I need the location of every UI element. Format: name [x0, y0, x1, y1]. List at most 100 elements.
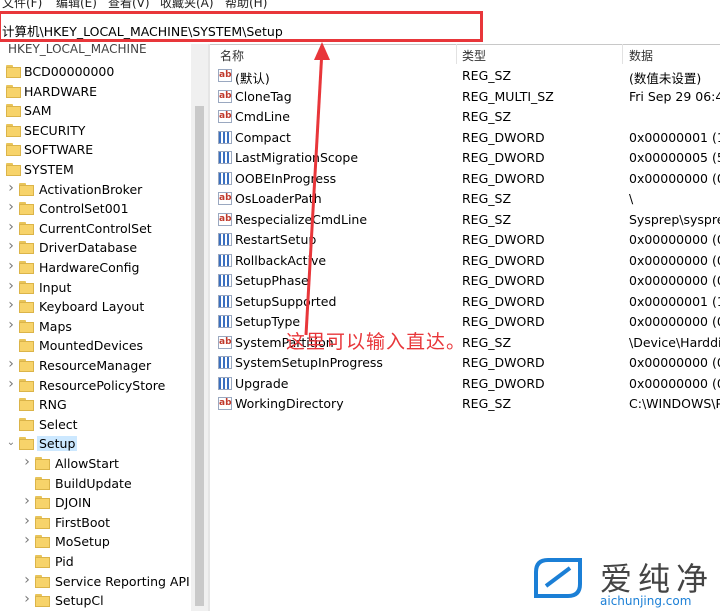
- menu-help[interactable]: 帮助(H): [225, 0, 267, 11]
- tree-item[interactable]: › CurrentControlSet: [2, 219, 191, 239]
- tree-item[interactable]: Select: [2, 415, 191, 435]
- tree-item[interactable]: › ActivationBroker: [2, 180, 191, 200]
- tree-item[interactable]: RNG: [2, 395, 191, 415]
- tree-item[interactable]: › FirstBoot: [18, 513, 191, 533]
- value-row[interactable]: OOBEInProgress REG_DWORD 0x00000000 (0): [212, 169, 720, 189]
- folder-icon: [35, 457, 50, 470]
- pane-splitter[interactable]: [208, 44, 210, 611]
- header-type[interactable]: 类型: [462, 47, 486, 64]
- chevron-right-icon[interactable]: ›: [6, 258, 16, 274]
- tree-item[interactable]: SECURITY: [0, 121, 191, 141]
- chevron-right-icon[interactable]: ›: [6, 278, 16, 294]
- tree-item[interactable]: › HardwareConfig: [2, 258, 191, 278]
- tree-item[interactable]: › ResourcePolicyStore: [2, 376, 191, 396]
- tree-item[interactable]: › Keyboard Layout: [2, 297, 191, 317]
- tree-item-label: MoSetup: [55, 534, 110, 550]
- tree-item-label: SECURITY: [24, 122, 86, 138]
- binary-value-icon: [218, 315, 232, 328]
- value-data: \Device\Harddis: [629, 334, 720, 350]
- string-value-icon: ab: [218, 397, 232, 410]
- tree-item[interactable]: SYSTEM: [0, 160, 191, 180]
- value-row[interactable]: ab OsLoaderPath REG_SZ \: [212, 189, 720, 209]
- value-row[interactable]: SetupSupported REG_DWORD 0x00000001 (1): [212, 292, 720, 312]
- value-type: REG_SZ: [462, 396, 512, 411]
- menu-file[interactable]: 文件(F): [2, 0, 42, 11]
- chevron-right-icon[interactable]: ›: [22, 513, 32, 529]
- value-row[interactable]: RollbackActive REG_DWORD 0x00000000 (0): [212, 251, 720, 271]
- tree-item[interactable]: Pid: [18, 552, 191, 572]
- value-row[interactable]: RestartSetup REG_DWORD 0x00000000 (0): [212, 230, 720, 250]
- header-separator[interactable]: [622, 44, 623, 64]
- tree-item[interactable]: BuildUpdate: [18, 474, 191, 494]
- tree-root-label[interactable]: HKEY_LOCAL_MACHINE: [8, 44, 147, 56]
- chevron-right-icon[interactable]: ›: [22, 454, 32, 470]
- tree-item[interactable]: › DriverDatabase: [2, 238, 191, 258]
- menu-edit[interactable]: 编辑(E): [56, 0, 97, 11]
- chevron-right-icon[interactable]: ›: [6, 317, 16, 333]
- tree-item[interactable]: › AllowStart: [18, 454, 191, 474]
- value-row[interactable]: abCloneTag REG_MULTI_SZ Fri Sep 29 06:49: [212, 87, 720, 107]
- value-type: REG_DWORD: [462, 355, 545, 370]
- value-row[interactable]: SetupPhase REG_DWORD 0x00000000 (0): [212, 271, 720, 291]
- value-data: Sysprep\sysprep: [629, 211, 720, 227]
- value-row[interactable]: ab (默认) REG_SZ (数值未设置): [212, 66, 720, 86]
- tree-item-label: BCD00000000: [24, 64, 115, 79]
- value-row[interactable]: SystemSetupInProgress REG_DWORD 0x00000000…: [212, 353, 720, 373]
- tree-item[interactable]: › Input: [2, 278, 191, 298]
- value-data: C:\WINDOWS\P: [629, 396, 720, 411]
- value-type: REG_SZ: [462, 109, 512, 124]
- header-separator[interactable]: [456, 44, 457, 64]
- tree-item[interactable]: HARDWARE: [0, 82, 191, 102]
- tree-item[interactable]: › SetupCl: [18, 591, 191, 611]
- tree-item[interactable]: MountedDevices: [2, 336, 191, 356]
- header-data[interactable]: 数据: [629, 47, 653, 64]
- value-row[interactable]: Compact REG_DWORD 0x00000001 (1): [212, 128, 720, 148]
- value-type: REG_SZ: [462, 68, 512, 83]
- tree-scrollbar-thumb[interactable]: [195, 106, 204, 606]
- chevron-right-icon[interactable]: ›: [6, 180, 16, 196]
- chevron-right-icon[interactable]: ›: [22, 493, 32, 509]
- chevron-right-icon[interactable]: ›: [6, 238, 16, 254]
- value-type: REG_DWORD: [462, 252, 545, 268]
- string-value-icon: ab: [218, 110, 232, 123]
- tree-item[interactable]: › ResourceManager: [2, 356, 191, 376]
- chevron-right-icon[interactable]: ›: [22, 591, 32, 607]
- tree-item[interactable]: › Maps: [2, 317, 191, 337]
- value-row[interactable]: LastMigrationScope REG_DWORD 0x00000005 (5…: [212, 148, 720, 168]
- menu-view[interactable]: 查看(V): [108, 0, 150, 11]
- chevron-right-icon[interactable]: ›: [22, 532, 32, 548]
- chevron-right-icon[interactable]: ›: [6, 219, 16, 235]
- folder-icon: [35, 594, 50, 608]
- value-type: REG_DWORD: [462, 129, 545, 145]
- tree-item[interactable]: › Service Reporting API: [18, 572, 191, 592]
- chevron-right-icon[interactable]: ›: [6, 356, 16, 372]
- chevron-right-icon[interactable]: ›: [6, 297, 16, 313]
- logo-icon: [534, 558, 582, 598]
- menu-favorites[interactable]: 收藏夹(A): [160, 0, 214, 11]
- value-type: REG_DWORD: [462, 232, 545, 247]
- folder-icon: [35, 555, 50, 568]
- value-row[interactable]: ab CmdLine REG_SZ: [212, 107, 720, 127]
- tree-item[interactable]: › DJOIN: [18, 493, 191, 513]
- folder-icon: [35, 476, 50, 490]
- tree-item[interactable]: SOFTWARE: [0, 140, 191, 160]
- binary-value-icon: [218, 274, 232, 287]
- chevron-right-icon[interactable]: ›: [6, 376, 16, 392]
- tree-item-label: RNG: [39, 397, 67, 413]
- value-row[interactable]: ab WorkingDirectory REG_SZ C:\WINDOWS\P: [212, 394, 720, 414]
- tree-item[interactable]: ⌄ Setup: [2, 434, 191, 454]
- chevron-right-icon[interactable]: ›: [6, 199, 16, 215]
- folder-icon: [19, 261, 34, 274]
- tree-item[interactable]: › MoSetup: [18, 532, 191, 552]
- tree-item[interactable]: › ControlSet001: [2, 199, 191, 219]
- tree-item-label: DriverDatabase: [39, 240, 138, 256]
- chevron-right-icon[interactable]: ›: [22, 572, 32, 588]
- value-row[interactable]: Upgrade REG_DWORD 0x00000000 (0): [212, 374, 720, 394]
- value-row[interactable]: ab RespecializeCmdLine REG_SZ Sysprep\syspr…: [212, 210, 720, 230]
- registry-tree: HKEY_LOCAL_MACHINE BCD00000000 HARDWARE SA…: [0, 44, 208, 611]
- value-data: 0x00000000 (0): [629, 375, 720, 391]
- tree-item[interactable]: BCD00000000: [0, 62, 191, 82]
- tree-item[interactable]: SAM: [0, 101, 191, 121]
- chevron-down-icon[interactable]: ⌄: [6, 437, 16, 448]
- header-name[interactable]: 名称: [220, 47, 244, 64]
